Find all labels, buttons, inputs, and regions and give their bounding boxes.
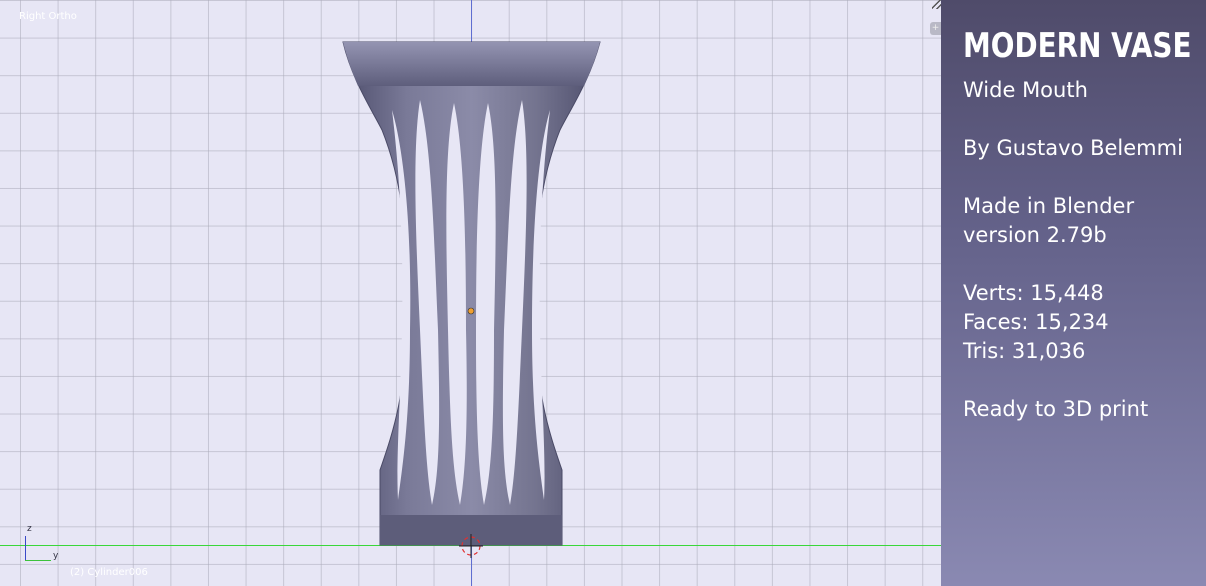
panel-ready: Ready to 3D print — [963, 397, 1149, 421]
info-panel: MODERN VASE Wide Mouth By Gustavo Belemm… — [941, 0, 1206, 586]
panel-author: By Gustavo Belemmi — [963, 136, 1183, 160]
view-label: Right Ortho — [19, 11, 77, 22]
panel-tris: Tris: 31,036 — [963, 339, 1086, 363]
gizmo-y-axis — [25, 560, 51, 561]
gizmo-z-label: z — [27, 524, 32, 534]
panel-faces: Faces: 15,234 — [963, 310, 1109, 334]
3d-viewport[interactable]: Right Ortho z y (2) Cylinder006 + — [0, 0, 941, 586]
properties-toggle-tab[interactable]: + — [930, 22, 941, 35]
gizmo-z-axis — [25, 536, 26, 560]
panel-title: MODERN VASE — [963, 26, 1192, 66]
object-label: (2) Cylinder006 — [70, 567, 148, 578]
panel-version: version 2.79b — [963, 223, 1107, 247]
panel-subtitle: Wide Mouth — [963, 78, 1088, 102]
area-split-handle[interactable] — [932, 0, 941, 9]
gizmo-y-label: y — [53, 551, 59, 561]
axis-gizmo: z y — [20, 524, 70, 564]
panel-verts: Verts: 15,448 — [963, 281, 1104, 305]
panel-made-in: Made in Blender — [963, 194, 1135, 218]
vase-model[interactable] — [0, 0, 941, 586]
